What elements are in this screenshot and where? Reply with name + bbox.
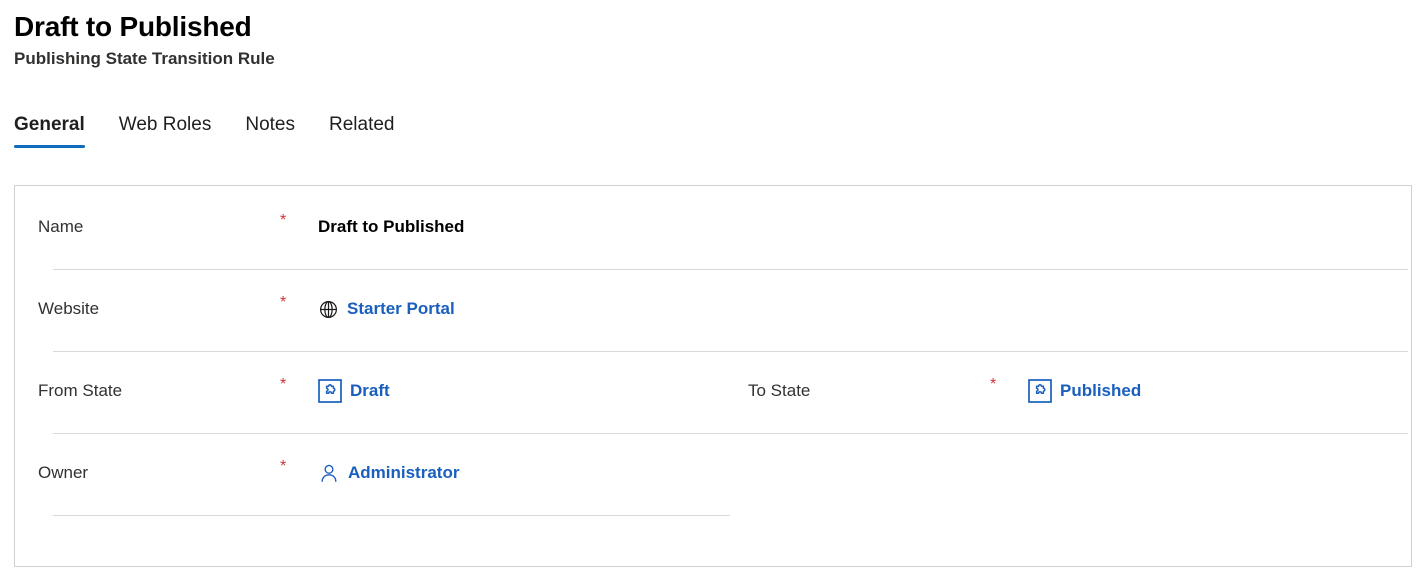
tab-general-label: General: [14, 114, 85, 135]
field-name-required-marker: *: [280, 212, 287, 229]
form-rows: Name * Draft to Published Website * Star…: [38, 186, 1408, 566]
field-name-value[interactable]: Draft to Published: [318, 216, 464, 238]
field-name-label: Name: [38, 217, 84, 236]
person-icon: [318, 462, 340, 484]
tab-notes-label: Notes: [245, 114, 295, 135]
tab-web-roles[interactable]: Web Roles: [119, 112, 212, 148]
field-website-label: Website: [38, 299, 100, 318]
tab-notes[interactable]: Notes: [245, 112, 295, 148]
field-to-state-label: To State: [748, 381, 811, 400]
field-website-value-wrap[interactable]: Starter Portal: [318, 298, 455, 320]
field-website-required-marker: *: [280, 294, 287, 311]
field-owner: Owner * Administrator: [38, 432, 748, 514]
field-from-state-label: From State: [38, 381, 123, 400]
row-divider: [53, 515, 730, 516]
field-owner-required-marker: *: [280, 458, 287, 475]
tab-strip: General Web Roles Notes Related: [14, 112, 395, 148]
field-from-state-value[interactable]: Draft: [350, 380, 390, 402]
page-header: Draft to Published Publishing State Tran…: [14, 10, 275, 70]
field-owner-value-wrap[interactable]: Administrator: [318, 462, 459, 484]
field-website-value[interactable]: Starter Portal: [347, 298, 455, 320]
field-owner-label: Owner: [38, 463, 89, 482]
tab-related-label: Related: [329, 114, 395, 135]
puzzle-piece-icon: [1028, 379, 1052, 403]
field-to-state-value-wrap[interactable]: Published: [1028, 379, 1141, 403]
field-to-state: To State * Published: [748, 350, 1403, 432]
field-from-state: From State * Draft: [38, 350, 748, 432]
field-website: Website * Starter Portal: [38, 268, 748, 350]
page-title: Draft to Published: [14, 11, 252, 42]
puzzle-piece-icon: [318, 379, 342, 403]
field-name-value-wrap[interactable]: Draft to Published: [318, 216, 464, 238]
tab-related[interactable]: Related: [329, 112, 395, 148]
form-row-owner: Owner * Administrator: [38, 432, 1408, 514]
page-subtitle: Publishing State Transition Rule: [14, 49, 275, 68]
field-from-state-value-wrap[interactable]: Draft: [318, 379, 390, 403]
field-name: Name * Draft to Published: [38, 186, 748, 268]
form-row-name: Name * Draft to Published: [38, 186, 1408, 268]
form-card: Name * Draft to Published Website * Star…: [14, 185, 1412, 567]
field-to-state-value[interactable]: Published: [1060, 380, 1141, 402]
form-row-states: From State * Draft To State * Published: [38, 350, 1408, 432]
globe-icon: [318, 299, 339, 320]
field-from-state-required-marker: *: [280, 376, 287, 393]
field-to-state-required-marker: *: [990, 376, 997, 393]
tab-general[interactable]: General: [14, 112, 85, 148]
field-owner-value[interactable]: Administrator: [348, 462, 459, 484]
form-row-website: Website * Starter Portal: [38, 268, 1408, 350]
tab-web-roles-label: Web Roles: [118, 114, 212, 135]
